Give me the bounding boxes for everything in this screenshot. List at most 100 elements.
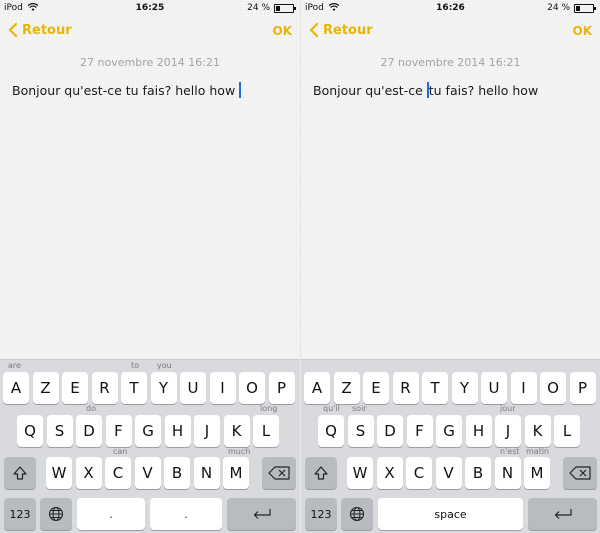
- return-icon: [253, 509, 271, 519]
- note-text-after-cursor: tu fais? hello how: [428, 83, 539, 98]
- back-button[interactable]: Retour: [309, 22, 373, 38]
- keyboard: are to you do long can much 123 . . A Z …: [0, 359, 300, 533]
- key-r[interactable]: R: [91, 372, 118, 404]
- battery-percent: 24 %: [547, 3, 570, 13]
- key-z[interactable]: Z: [32, 372, 59, 404]
- period-key[interactable]: .: [77, 498, 145, 530]
- note-text-area[interactable]: Bonjour qu'est-ce tu fais? hello how: [313, 82, 592, 100]
- globe-key[interactable]: [40, 498, 72, 530]
- key-i[interactable]: I: [510, 372, 537, 404]
- delete-key[interactable]: [262, 457, 296, 489]
- suggestion-are: are: [8, 361, 21, 370]
- key-k[interactable]: K: [223, 415, 250, 447]
- key-o[interactable]: O: [540, 372, 566, 404]
- suggestion-to: to: [131, 361, 140, 370]
- key-w[interactable]: W: [347, 457, 373, 489]
- key-z[interactable]: Z: [333, 372, 360, 404]
- key-w[interactable]: W: [46, 457, 72, 489]
- shift-key[interactable]: [4, 457, 36, 489]
- key-t[interactable]: T: [121, 372, 147, 404]
- key-q[interactable]: Q: [318, 415, 344, 447]
- return-key[interactable]: [227, 498, 296, 530]
- note-date: 27 novembre 2014 16:21: [80, 56, 220, 69]
- key-m[interactable]: M: [223, 457, 249, 489]
- key-c[interactable]: C: [406, 457, 432, 489]
- numbers-key[interactable]: 123: [4, 498, 36, 530]
- numbers-key[interactable]: 123: [305, 498, 337, 530]
- return-key[interactable]: [528, 498, 597, 530]
- status-bar: iPod 16:26 24 %: [301, 0, 600, 16]
- key-l[interactable]: L: [554, 415, 580, 447]
- key-p[interactable]: P: [569, 372, 596, 404]
- key-d[interactable]: D: [377, 415, 403, 447]
- suggestion-matin: matin: [526, 447, 550, 456]
- delete-key[interactable]: [563, 457, 597, 489]
- shift-icon: [13, 466, 27, 480]
- back-button[interactable]: Retour: [8, 22, 72, 38]
- back-chevron-icon: [309, 22, 319, 38]
- key-s[interactable]: S: [46, 415, 73, 447]
- key-g[interactable]: G: [135, 415, 161, 447]
- key-j[interactable]: J: [194, 415, 220, 447]
- key-y[interactable]: Y: [150, 372, 177, 404]
- note-text-before-cursor: Bonjour qu'est-ce tu fais? hello how: [12, 83, 240, 98]
- key-i[interactable]: I: [209, 372, 236, 404]
- globe-icon: [48, 506, 64, 522]
- key-m[interactable]: M: [524, 457, 550, 489]
- key-b[interactable]: B: [465, 457, 491, 489]
- key-f[interactable]: F: [406, 415, 433, 447]
- delete-icon: [268, 466, 290, 480]
- key-p[interactable]: P: [268, 372, 295, 404]
- key-n[interactable]: N: [193, 457, 220, 489]
- screen-left: iPod 16:25 24 % Retour OK 27 novembre 20…: [0, 0, 300, 533]
- key-x[interactable]: X: [376, 457, 403, 489]
- key-j[interactable]: J: [495, 415, 521, 447]
- key-u[interactable]: U: [180, 372, 206, 404]
- key-d[interactable]: D: [76, 415, 102, 447]
- key-r[interactable]: R: [392, 372, 419, 404]
- key-v[interactable]: V: [134, 457, 161, 489]
- key-q[interactable]: Q: [17, 415, 43, 447]
- globe-icon: [349, 506, 365, 522]
- key-a[interactable]: A: [304, 372, 330, 404]
- ok-button[interactable]: OK: [273, 24, 293, 38]
- note-text-area[interactable]: Bonjour qu'est-ce tu fais? hello how: [12, 82, 292, 100]
- globe-key[interactable]: [341, 498, 373, 530]
- key-h[interactable]: H: [465, 415, 492, 447]
- keyboard: qu'il soir jour n'est matin 123 space A …: [301, 359, 600, 533]
- key-y[interactable]: Y: [451, 372, 478, 404]
- key-v[interactable]: V: [435, 457, 462, 489]
- key-b[interactable]: B: [164, 457, 190, 489]
- battery-icon: [574, 4, 596, 13]
- key-o[interactable]: O: [239, 372, 265, 404]
- key-k[interactable]: K: [524, 415, 551, 447]
- shift-key[interactable]: [305, 457, 337, 489]
- key-f[interactable]: F: [105, 415, 132, 447]
- nav-bar: Retour OK: [301, 18, 600, 48]
- key-g[interactable]: G: [436, 415, 462, 447]
- ok-button[interactable]: OK: [573, 24, 593, 38]
- key-l[interactable]: L: [253, 415, 279, 447]
- suggestion-soir: soir: [352, 404, 367, 413]
- delete-icon: [569, 466, 591, 480]
- key-c[interactable]: C: [105, 457, 131, 489]
- key-h[interactable]: H: [164, 415, 191, 447]
- key-e[interactable]: E: [363, 372, 389, 404]
- key-x[interactable]: X: [75, 457, 102, 489]
- key-u[interactable]: U: [481, 372, 507, 404]
- space-key[interactable]: .: [150, 498, 222, 530]
- key-s[interactable]: S: [347, 415, 374, 447]
- space-key[interactable]: space: [378, 498, 523, 530]
- status-bar: iPod 16:25 24 %: [0, 0, 300, 16]
- text-cursor: [239, 82, 242, 98]
- key-t[interactable]: T: [422, 372, 448, 404]
- key-n[interactable]: N: [494, 457, 521, 489]
- key-a[interactable]: A: [3, 372, 29, 404]
- back-button-label: Retour: [22, 22, 72, 38]
- suggestion-much: much: [228, 447, 251, 456]
- nav-bar: Retour OK: [0, 18, 300, 48]
- battery-percent: 24 %: [247, 3, 270, 13]
- suggestion-nest: n'est: [500, 447, 520, 456]
- key-e[interactable]: E: [62, 372, 88, 404]
- suggestion-do: do: [86, 404, 96, 413]
